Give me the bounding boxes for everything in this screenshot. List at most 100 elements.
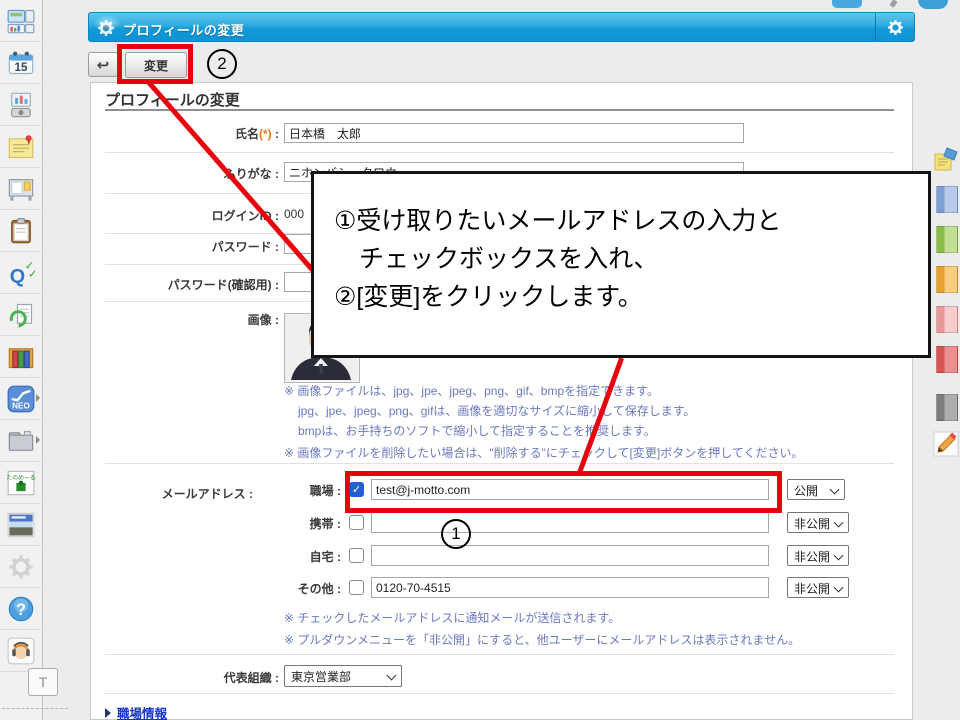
- email-other-checkbox[interactable]: [349, 580, 364, 595]
- sidebar-item-travel[interactable]: [0, 504, 41, 546]
- sidebar-item-tanomeru[interactable]: たのめーる: [0, 462, 41, 504]
- svg-text:?: ?: [16, 600, 26, 618]
- sidebar-item-help[interactable]: ?: [0, 588, 41, 630]
- category-tab-orange[interactable]: [936, 266, 958, 293]
- login-id-label: ログインID :: [91, 207, 279, 224]
- email-label: メールアドレス :: [91, 485, 253, 502]
- row-separator: [105, 152, 894, 153]
- org-label: 代表組織 :: [91, 669, 279, 686]
- sidebar-item-text-tool[interactable]: T: [28, 668, 58, 696]
- callout-line: ②[変更]をクリックします。: [334, 278, 928, 316]
- pencil-icon[interactable]: [933, 431, 959, 457]
- expand-arrow-icon: [36, 394, 40, 402]
- top-account-partial-icon: [918, 0, 948, 9]
- sidebar-item-cabinet[interactable]: [0, 336, 41, 378]
- text-tool-label: T: [39, 674, 48, 690]
- back-arrow-icon: ↩: [97, 56, 110, 74]
- sidebar-item-portal[interactable]: [0, 0, 41, 42]
- name-input[interactable]: [284, 123, 744, 143]
- email-home-checkbox[interactable]: [349, 548, 364, 563]
- circulation-doc-icon: [7, 301, 35, 329]
- section-separator: [105, 463, 894, 464]
- email-home-input[interactable]: [371, 545, 769, 566]
- category-tab-gray[interactable]: [936, 394, 958, 421]
- sidebar-item-memo[interactable]: [0, 126, 41, 168]
- gear-icon: [887, 19, 904, 36]
- callout-line: チェックボックスを入れ、: [334, 240, 928, 278]
- sidebar-item-settings[interactable]: [0, 546, 41, 588]
- required-mark: (*): [259, 127, 272, 141]
- svg-text:NEO: NEO: [12, 401, 30, 410]
- sidebar-item-folder[interactable]: [0, 420, 41, 462]
- memo-note-icon: [7, 133, 35, 161]
- annotation-box-change-button: [117, 44, 193, 84]
- screen: 15: [0, 0, 960, 720]
- sidebar-item-facility[interactable]: [0, 84, 41, 126]
- top-toolbar-partial-icon: [832, 0, 862, 8]
- heading-rule: [105, 109, 894, 111]
- sidebar-item-schedule[interactable]: 15: [0, 42, 41, 84]
- photo-label: 画像 :: [91, 311, 279, 328]
- photo-note: jpg、jpe、jpeg、png、gifは、画像を適切なサイズに縮小して保存しま…: [298, 402, 696, 419]
- header-gloss: [93, 15, 121, 31]
- module-header: プロフィールの変更: [88, 12, 915, 42]
- callout-line: ①受け取りたいメールアドレスの入力と: [334, 202, 928, 240]
- travel-banner-icon: [7, 511, 35, 539]
- back-button[interactable]: ↩: [88, 52, 118, 77]
- photo-note: ※ 画像ファイルを削除したい場合は、"削除する"にチェックして[変更]ボタンを押…: [284, 444, 804, 461]
- clipboard-icon: [7, 217, 35, 245]
- annotation-box-email-field: [345, 471, 782, 513]
- section-separator: [105, 654, 894, 655]
- email-other-label: その他 :: [259, 580, 341, 597]
- sticky-note-icon[interactable]: [933, 146, 959, 172]
- workplace-info-link[interactable]: 職場情報: [117, 703, 167, 720]
- email-other-visibility-select[interactable]: 非公開: [787, 577, 849, 598]
- category-tab-red[interactable]: [936, 346, 958, 373]
- email-home-visibility-select[interactable]: 非公開: [787, 545, 849, 566]
- email-mobile-visibility-select[interactable]: 非公開: [787, 512, 849, 533]
- login-id-value: 000: [284, 207, 304, 221]
- disclosure-triangle-icon: [105, 708, 111, 718]
- photo-note: ※ 画像ファイルは、jpg、jpe、jpeg、png、gif、bmpを指定できま…: [284, 382, 659, 399]
- category-tab-green[interactable]: [936, 226, 958, 253]
- module-title: プロフィールの変更: [123, 20, 244, 39]
- category-tab-blue[interactable]: [936, 186, 958, 213]
- email-note: ※ プルダウンメニューを「非公開」にすると、他ユーザーにメールアドレスは表示され…: [284, 631, 800, 648]
- step-1-marker: 1: [441, 519, 471, 549]
- password-confirm-label: パスワード(確認用) :: [91, 276, 279, 293]
- svg-text:たのめーる: たのめーる: [7, 474, 35, 481]
- sidebar-item-support[interactable]: [0, 630, 41, 672]
- operator-icon: [7, 637, 35, 665]
- org-select[interactable]: 東京営業部: [284, 665, 402, 687]
- tanomeru-icon: たのめーる: [7, 469, 35, 497]
- photo-note: bmpは、お手持ちのソフトで縮小して指定することを推奨します。: [298, 422, 656, 439]
- email-mobile-input[interactable]: [371, 512, 769, 533]
- portal-icon: [7, 7, 35, 35]
- email-other-input[interactable]: [371, 577, 769, 598]
- calendar-icon: 15: [7, 49, 35, 77]
- category-tab-pink[interactable]: [936, 306, 958, 333]
- email-home-label: 自宅 :: [259, 548, 341, 565]
- svg-text:Q: Q: [10, 265, 25, 287]
- sidebar-divider: [2, 708, 68, 709]
- svg-text:15: 15: [15, 61, 28, 74]
- sidebar-item-circular[interactable]: [0, 210, 41, 252]
- sidebar-item-bulletin-board[interactable]: [0, 168, 41, 210]
- module-settings-button[interactable]: [875, 13, 914, 41]
- folder-icon: [7, 427, 35, 455]
- gear-icon: [7, 553, 35, 581]
- email-mobile-checkbox[interactable]: [349, 515, 364, 530]
- neo-app-icon: NEO: [7, 385, 35, 413]
- sidebar-item-workflow[interactable]: [0, 294, 41, 336]
- email-note: ※ チェックしたメールアドレスに通知メールが送信されます。: [284, 609, 620, 626]
- sidebar-item-neo[interactable]: NEO: [0, 378, 41, 420]
- kana-label: ふりがな :: [91, 165, 279, 182]
- app-sidebar: 15: [0, 0, 43, 720]
- projector-chart-icon: [7, 91, 35, 119]
- email-mobile-label: 携帯 :: [259, 515, 341, 532]
- svg-text:✓: ✓: [28, 267, 35, 280]
- help-icon: ?: [7, 595, 35, 623]
- sidebar-item-questionnaire[interactable]: Q ✓ ✓: [0, 252, 41, 294]
- email-work-visibility-select[interactable]: 公開: [787, 479, 845, 500]
- questionnaire-icon: Q ✓ ✓: [7, 259, 35, 287]
